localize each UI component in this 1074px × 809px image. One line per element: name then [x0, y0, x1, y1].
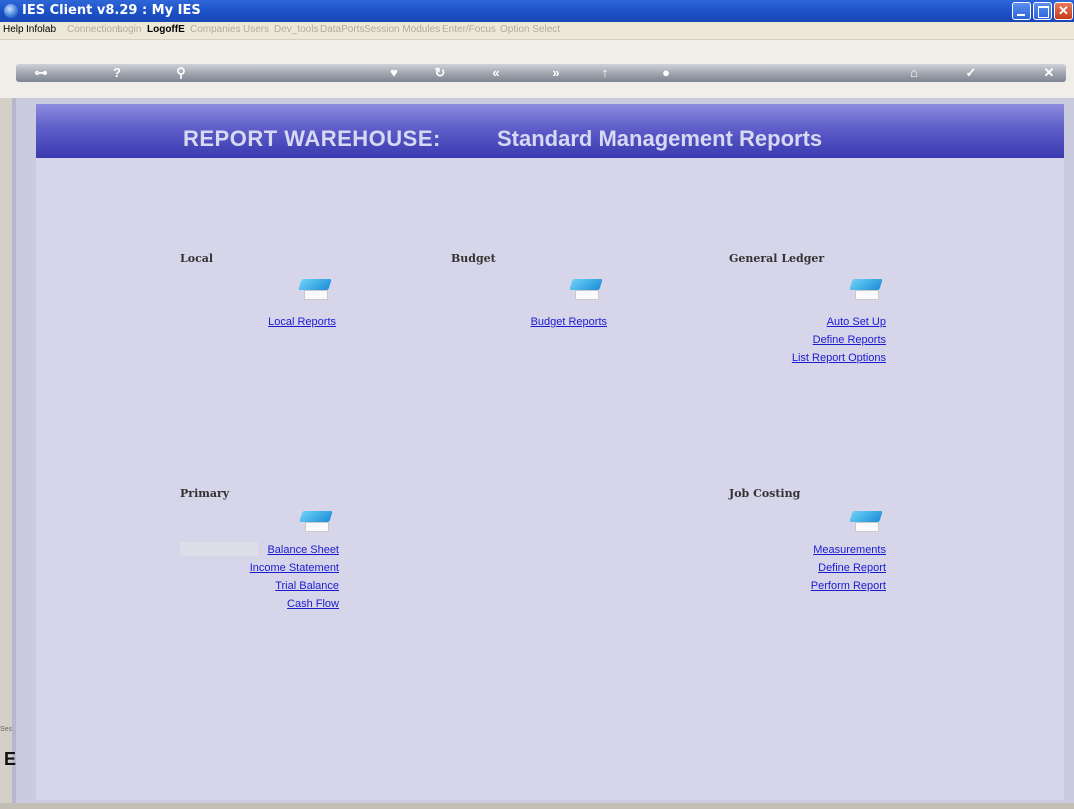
menu-companies[interactable]: Companies: [190, 24, 241, 35]
close-icon: ✕: [1058, 3, 1069, 18]
menu-users[interactable]: Users: [243, 24, 269, 35]
printer-icon[interactable]: [299, 511, 333, 532]
heart-icon[interactable]: ♥: [383, 64, 405, 82]
rewind-icon[interactable]: «: [485, 64, 507, 82]
link-define-report[interactable]: Define Report: [760, 562, 886, 574]
section-heading-local: Local: [180, 252, 214, 265]
session-label: Ses: [0, 726, 13, 733]
menu-login[interactable]: Login: [117, 24, 141, 35]
report-panel: REPORT WAREHOUSE: Standard Management Re…: [36, 104, 1064, 800]
menu-bar: Help Infolab Connections Login LogoffE C…: [0, 22, 1074, 39]
menu-connections[interactable]: Connections: [67, 24, 123, 35]
section-heading-budget: Budget: [451, 252, 496, 265]
page-title-right: Standard Management Reports: [497, 126, 823, 151]
link-budget-reports[interactable]: Budget Reports: [514, 316, 607, 328]
page-title-left: REPORT WAREHOUSE:: [183, 126, 441, 151]
menu-infolab[interactable]: Infolab: [26, 24, 56, 35]
printer-icon[interactable]: [849, 279, 883, 300]
record-icon[interactable]: ●: [655, 64, 677, 82]
link-income-statement[interactable]: Income Statement: [220, 562, 339, 574]
cursor-icon[interactable]: ↑: [594, 64, 616, 82]
link-measurements[interactable]: Measurements: [760, 544, 886, 556]
section-heading-primary: Primary: [180, 487, 230, 500]
menu-enter-focus[interactable]: Enter/Focus: [442, 24, 496, 35]
sidebar-e-button[interactable]: E: [4, 749, 16, 770]
fast-forward-icon[interactable]: »: [545, 64, 567, 82]
menu-dataports[interactable]: DataPorts: [320, 24, 364, 35]
section-heading-general-ledger: General Ledger: [729, 252, 825, 265]
link-local-reports[interactable]: Local Reports: [256, 316, 336, 328]
printer-icon[interactable]: [298, 279, 332, 300]
page-header: REPORT WAREHOUSE: Standard Management Re…: [36, 104, 1064, 158]
printer-icon[interactable]: [849, 511, 883, 532]
menu-session-modules[interactable]: Session Modules: [364, 24, 440, 35]
help-icon[interactable]: ?: [106, 64, 128, 82]
window-title: IES Client v8.29 : My IES: [22, 3, 201, 18]
window-title-bar[interactable]: IES Client v8.29 : My IES ✕: [0, 0, 1074, 22]
app-icon: [4, 4, 18, 18]
menu-option-select[interactable]: Option Select: [500, 24, 560, 35]
link-perform-report[interactable]: Perform Report: [760, 580, 886, 592]
minimize-button[interactable]: [1012, 2, 1031, 20]
toolbar: ⊶ ? ⚲ ♥ ↻ « » ↑ ● ⌂ ✓ ✕: [0, 40, 1074, 98]
home-icon[interactable]: ⌂: [903, 64, 925, 82]
close-button[interactable]: ✕: [1054, 2, 1073, 20]
link-cash-flow[interactable]: Cash Flow: [220, 598, 339, 610]
menu-logoff[interactable]: LogoffE: [147, 24, 185, 35]
link-define-reports[interactable]: Define Reports: [760, 334, 886, 346]
close-icon[interactable]: ✕: [1038, 64, 1060, 82]
section-heading-job-costing: Job Costing: [729, 487, 801, 500]
link-trial-balance[interactable]: Trial Balance: [220, 580, 339, 592]
status-strip: [0, 803, 1074, 809]
link-auto-set-up[interactable]: Auto Set Up: [760, 316, 886, 328]
check-icon[interactable]: ✓: [960, 64, 982, 82]
refresh-icon[interactable]: ↻: [429, 64, 451, 82]
key-icon[interactable]: ⊶: [30, 64, 52, 82]
maximize-button[interactable]: [1033, 2, 1052, 20]
printer-icon[interactable]: [569, 279, 603, 300]
search-icon[interactable]: ⚲: [170, 64, 192, 82]
menu-dev-tools[interactable]: Dev_tools: [274, 24, 318, 35]
link-balance-sheet[interactable]: Balance Sheet: [220, 544, 339, 556]
link-list-report-options[interactable]: List Report Options: [760, 352, 886, 364]
menu-help[interactable]: Help: [3, 24, 24, 35]
